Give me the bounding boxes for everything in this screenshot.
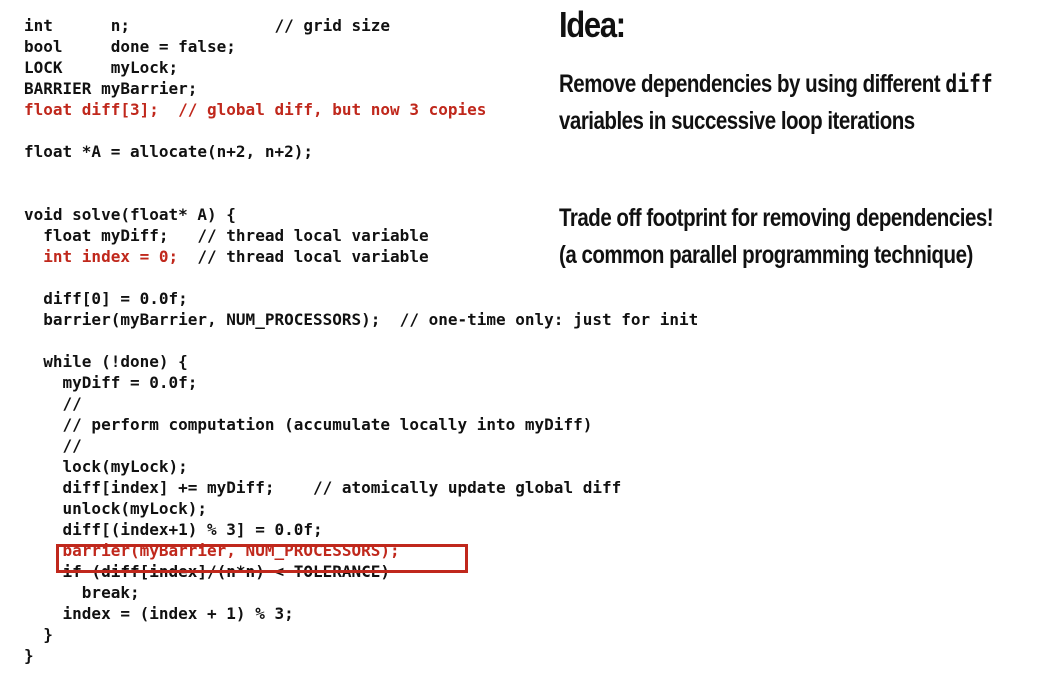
code-line: // xyxy=(24,436,82,455)
code-line: break; xyxy=(24,583,140,602)
code-line: diff[index] += myDiff; // atomically upd… xyxy=(24,478,622,497)
code-line: diff[(index+1) % 3] = 0.0f; xyxy=(24,520,323,539)
idea-heading: Idea: xyxy=(559,4,626,45)
inline-code: diff xyxy=(945,70,993,98)
code-line: } xyxy=(24,646,34,665)
paragraph-line: Trade off footprint for removing depende… xyxy=(559,204,994,232)
code-line: while (!done) { xyxy=(24,352,188,371)
code-line: index = (index + 1) % 3; xyxy=(24,604,294,623)
idea-paragraph-dependencies: Remove dependencies by using different d… xyxy=(559,66,993,140)
code-line: barrier(myBarrier, NUM_PROCESSORS); // o… xyxy=(24,310,699,329)
code-line: unlock(myLock); xyxy=(24,499,208,518)
code-segment-highlighted: int index = 0; xyxy=(24,247,179,266)
paragraph-text: Remove dependencies by using different xyxy=(559,70,946,98)
code-line: diff[0] = 0.0f; xyxy=(24,289,188,308)
code-line: // perform computation (accumulate local… xyxy=(24,415,593,434)
paragraph-line: Remove dependencies by using different d… xyxy=(559,66,993,103)
code-line: } xyxy=(24,625,53,644)
barrier-highlight-box xyxy=(56,544,468,573)
paragraph-line: variables in successive loop iterations xyxy=(559,107,915,135)
code-line: // xyxy=(24,394,82,413)
idea-paragraph-tradeoff: Trade off footprint for removing depende… xyxy=(559,200,994,274)
code-line: myDiff = 0.0f; xyxy=(24,373,198,392)
code-line: lock(myLock); xyxy=(24,457,188,476)
code-segment-comment: // thread local variable xyxy=(178,247,429,266)
code-line: float *A = allocate(n+2, n+2); xyxy=(24,142,313,161)
paragraph-line: (a common parallel programming technique… xyxy=(559,241,973,269)
